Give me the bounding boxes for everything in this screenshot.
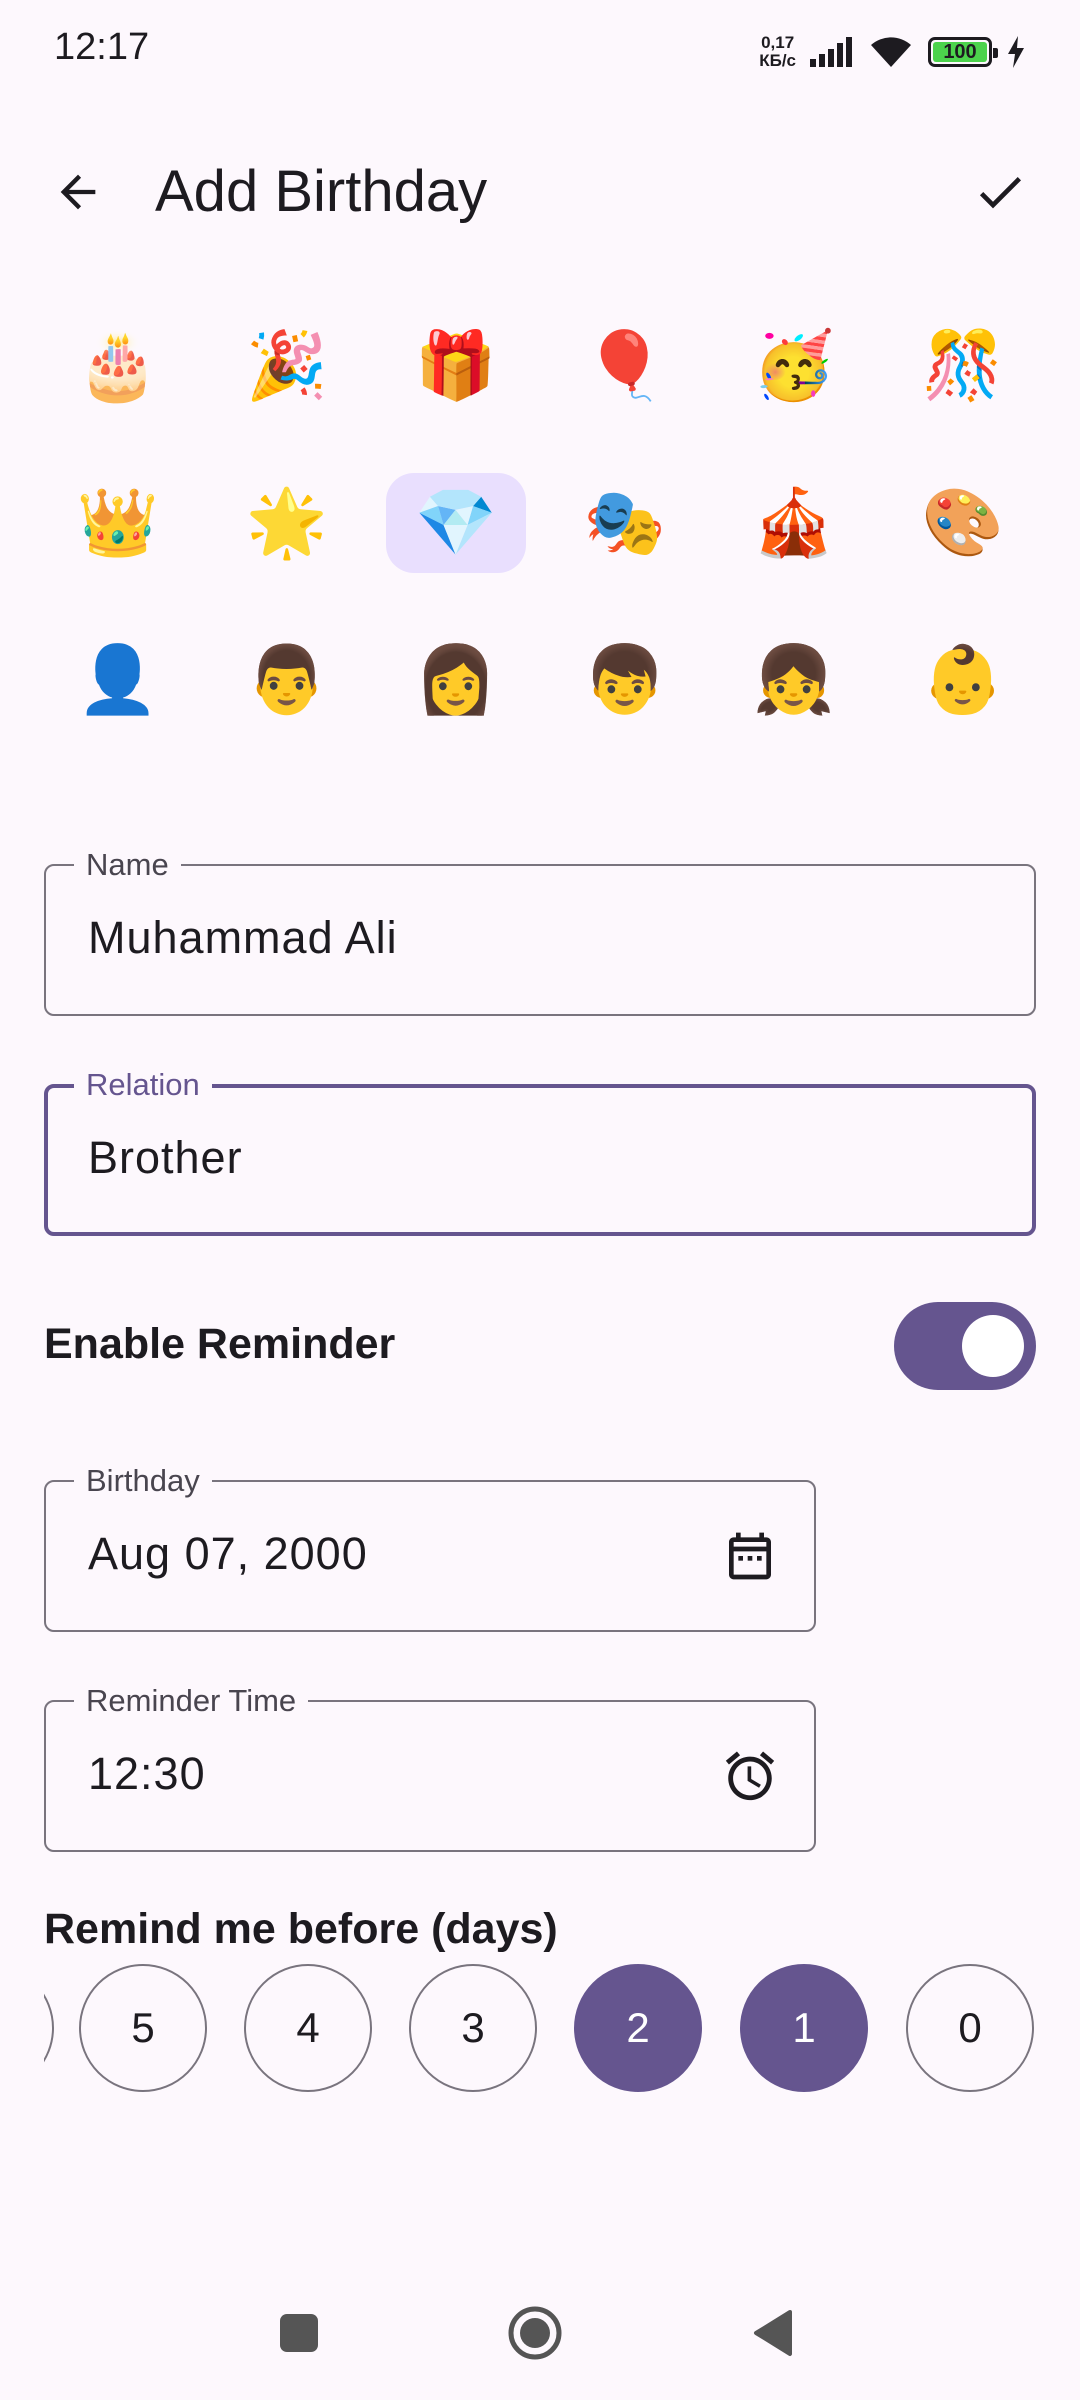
- home-icon: [508, 2306, 562, 2360]
- birthday-field[interactable]: Birthday Aug 07, 2000: [44, 1464, 816, 1632]
- status-time: 12:17: [54, 26, 150, 68]
- arrow-back-icon: [60, 174, 96, 210]
- app-bar: Add Birthday: [0, 120, 1080, 245]
- alarm-icon: [725, 1751, 775, 1801]
- switch-thumb: [962, 1315, 1024, 1377]
- emoji-option-gift[interactable]: 🎁: [386, 316, 526, 416]
- wifi-icon: [871, 37, 911, 67]
- emoji-option-circus[interactable]: 🎪: [724, 473, 864, 573]
- network-speed: 0,17 КБ/с: [759, 34, 796, 70]
- emoji-option-party-popper[interactable]: 🎉: [217, 316, 357, 416]
- emoji-option-gem[interactable]: 💎: [386, 473, 526, 573]
- recents-icon: [280, 2314, 318, 2352]
- emoji-option-baby[interactable]: 👶: [893, 630, 1033, 730]
- relation-field-label: Relation: [74, 1068, 212, 1102]
- back-nav-button[interactable]: [738, 2298, 808, 2368]
- day-chip-0[interactable]: 0: [906, 1964, 1034, 2092]
- emoji-option-confetti[interactable]: 🎊: [893, 316, 1033, 416]
- back-triangle-icon: [754, 2310, 792, 2356]
- emoji-picker: 🎂 🎉 🎁 🎈 🥳 🎊 👑 🌟 💎 🎭 🎪 🎨 👤 👨 👩 👦 👧 👶: [48, 316, 1034, 730]
- relation-field-value[interactable]: Brother: [88, 1132, 243, 1184]
- day-chip-2[interactable]: 2: [574, 1964, 702, 2092]
- days-before-selector[interactable]: 5 4 3 2 1 0: [44, 1962, 1036, 2094]
- check-icon: [979, 177, 1021, 209]
- enable-reminder-label: Enable Reminder: [44, 1320, 396, 1368]
- emoji-option-palette[interactable]: 🎨: [893, 473, 1033, 573]
- emoji-option-party-face[interactable]: 🥳: [724, 316, 864, 416]
- emoji-option-cake[interactable]: 🎂: [48, 316, 188, 416]
- charging-icon: [1008, 36, 1024, 68]
- battery-level: 100: [943, 40, 977, 63]
- enable-reminder-switch[interactable]: [894, 1302, 1036, 1390]
- day-chip-5[interactable]: 5: [79, 1964, 207, 2092]
- day-chip-partial[interactable]: [44, 1964, 54, 2092]
- network-speed-value: 0,17: [761, 33, 795, 52]
- back-button[interactable]: [38, 152, 118, 232]
- network-speed-unit: КБ/с: [759, 51, 796, 70]
- emoji-option-man[interactable]: 👨: [217, 630, 357, 730]
- reminder-time-field-value[interactable]: 12:30: [88, 1748, 206, 1800]
- birthday-field-label: Birthday: [74, 1464, 212, 1498]
- emoji-option-masks[interactable]: 🎭: [555, 473, 695, 573]
- birthday-field-value[interactable]: Aug 07, 2000: [88, 1528, 368, 1580]
- system-nav-bar: [0, 2268, 1080, 2400]
- day-chip-3[interactable]: 3: [409, 1964, 537, 2092]
- emoji-option-crown[interactable]: 👑: [48, 473, 188, 573]
- days-before-title: Remind me before (days): [44, 1905, 558, 1953]
- calendar-button[interactable]: [720, 1526, 780, 1586]
- relation-field[interactable]: Relation Brother: [44, 1068, 1036, 1236]
- alarm-button[interactable]: [720, 1746, 780, 1806]
- save-button[interactable]: [960, 152, 1040, 232]
- emoji-option-girl[interactable]: 👧: [724, 630, 864, 730]
- name-field-label: Name: [74, 848, 181, 882]
- battery-icon: 100: [928, 37, 998, 67]
- home-button[interactable]: [500, 2298, 570, 2368]
- signal-icon: [810, 37, 852, 67]
- name-field-value[interactable]: Muhammad Ali: [88, 912, 398, 964]
- day-chip-4[interactable]: 4: [244, 1964, 372, 2092]
- status-bar: 12:17 0,17 КБ/с 100: [0, 0, 1080, 100]
- emoji-option-person[interactable]: 👤: [48, 630, 188, 730]
- recents-button[interactable]: [264, 2298, 334, 2368]
- page-title: Add Birthday: [155, 159, 488, 224]
- reminder-time-field[interactable]: Reminder Time 12:30: [44, 1684, 816, 1852]
- status-icons: 0,17 КБ/с 100: [759, 30, 1026, 74]
- emoji-option-woman[interactable]: 👩: [386, 630, 526, 730]
- calendar-icon: [729, 1532, 771, 1580]
- emoji-option-boy[interactable]: 👦: [555, 630, 695, 730]
- emoji-option-star[interactable]: 🌟: [217, 473, 357, 573]
- reminder-time-field-label: Reminder Time: [74, 1684, 309, 1718]
- name-field[interactable]: Name Muhammad Ali: [44, 848, 1036, 1016]
- emoji-option-balloon[interactable]: 🎈: [555, 316, 695, 416]
- day-chip-1[interactable]: 1: [740, 1964, 868, 2092]
